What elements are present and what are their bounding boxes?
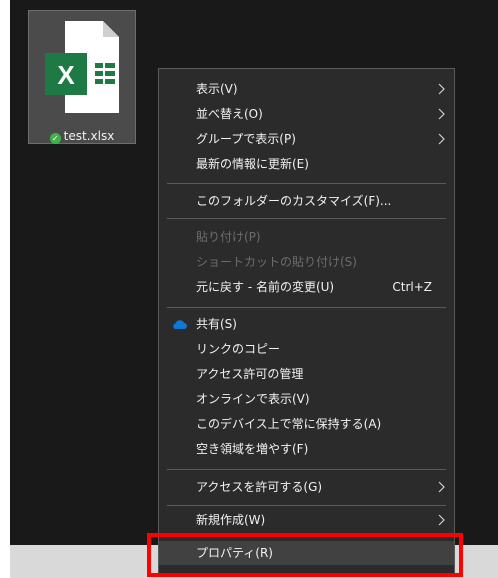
menu-separator — [167, 307, 446, 308]
menu-item-give-access[interactable]: アクセスを許可する(G) — [159, 475, 454, 499]
menu-item-label: アクセスを許可する(G) — [196, 480, 323, 494]
menu-item-label: 空き領域を増やす(F) — [196, 442, 309, 456]
menu-item-manage-access[interactable]: アクセス許可の管理 — [159, 362, 454, 386]
menu-item-new[interactable]: 新規作成(W) — [159, 508, 454, 532]
file-item-test-xlsx[interactable]: X ✓ test.xlsx — [28, 10, 136, 144]
menu-item-share[interactable]: 共有(S) — [159, 312, 454, 336]
menu-item-label: 元に戻す - 名前の変更(U) — [196, 280, 335, 294]
menu-item-label: グループで表示(P) — [196, 132, 296, 146]
menu-item-undo-rename[interactable]: 元に戻す - 名前の変更(U) Ctrl+Z — [159, 275, 454, 299]
menu-item-label: オンラインで表示(V) — [196, 392, 310, 406]
file-label: ✓ test.xlsx — [29, 129, 135, 144]
menu-item-shortcut: Ctrl+Z — [392, 280, 432, 294]
menu-item-label: アクセス許可の管理 — [196, 367, 304, 381]
menu-item-refresh[interactable]: 最新の情報に更新(E) — [159, 152, 454, 176]
onedrive-cloud-icon — [173, 320, 187, 329]
chevron-right-icon — [438, 133, 445, 145]
sync-check-icon: ✓ — [49, 133, 61, 144]
excel-badge-letter: X — [57, 60, 75, 90]
menu-item-label: 新規作成(W) — [196, 513, 266, 527]
menu-item-label: 最新の情報に更新(E) — [196, 157, 309, 171]
menu-item-paste: 貼り付け(P) — [159, 225, 454, 249]
menu-item-paste-shortcut: ショートカットの貼り付け(S) — [159, 250, 454, 274]
menu-separator — [167, 183, 446, 184]
chevron-right-icon — [438, 514, 445, 526]
file-name: test.xlsx — [63, 129, 115, 143]
menu-item-view-online[interactable]: オンラインで表示(V) — [159, 387, 454, 411]
menu-item-free-up-space[interactable]: 空き領域を増やす(F) — [159, 437, 454, 461]
menu-item-customize-folder[interactable]: このフォルダーのカスタマイズ(F)... — [159, 189, 454, 213]
menu-item-always-keep[interactable]: このデバイス上で常に保持する(A) — [159, 412, 454, 436]
menu-separator — [167, 218, 446, 219]
chevron-right-icon — [438, 108, 445, 120]
menu-item-label: 表示(V) — [196, 82, 238, 96]
menu-item-label: このフォルダーのカスタマイズ(F)... — [196, 194, 392, 208]
excel-file-icon: X — [45, 21, 119, 113]
chevron-right-icon — [438, 481, 445, 493]
highlight-annotation-box — [147, 533, 463, 577]
menu-item-label: ショートカットの貼り付け(S) — [196, 255, 357, 269]
menu-separator — [167, 505, 446, 506]
chevron-right-icon — [438, 83, 445, 95]
menu-item-label: 貼り付け(P) — [196, 230, 261, 244]
menu-item-group-by[interactable]: グループで表示(P) — [159, 127, 454, 151]
menu-item-label: このデバイス上で常に保持する(A) — [196, 417, 382, 431]
menu-item-copy-link[interactable]: リンクのコピー — [159, 337, 454, 361]
menu-item-label: 共有(S) — [196, 317, 237, 331]
menu-item-sort[interactable]: 並べ替え(O) — [159, 102, 454, 126]
context-menu: 表示(V) 並べ替え(O) グループで表示(P) 最新の情報に更新(E) このフ… — [158, 68, 455, 576]
menu-separator — [167, 469, 446, 470]
menu-item-label: 並べ替え(O) — [196, 107, 263, 121]
menu-item-label: リンクのコピー — [196, 342, 281, 356]
menu-item-view[interactable]: 表示(V) — [159, 77, 454, 101]
